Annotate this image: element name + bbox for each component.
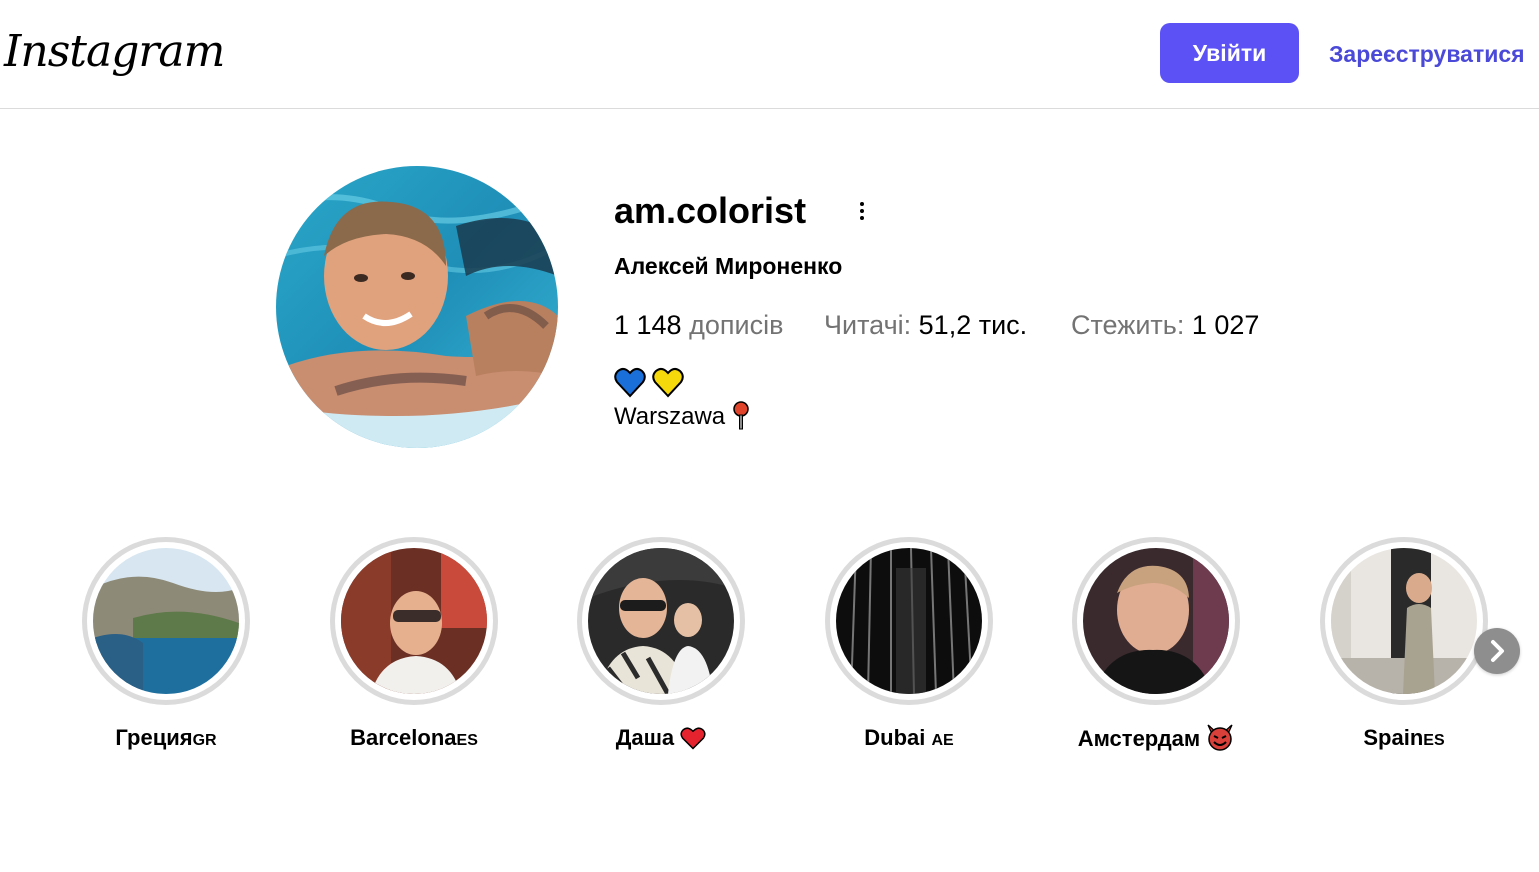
following-count: 1 027 [1191,310,1260,340]
top-navigation-bar: Instagram Увійти Зареєструватися [0,0,1539,109]
instagram-logo[interactable]: Instagram [4,22,225,82]
highlight-caption: SpainES [1363,725,1445,750]
more-options-icon[interactable] [848,195,876,227]
followers-count: 51,2 тис. [918,310,1028,340]
posts-label: дописів [689,310,784,340]
highlight-thumbnail [836,548,982,694]
highlight-thumbnail [93,548,239,694]
smiling-devil-icon [1207,724,1233,751]
highlight-thumbnail [1083,548,1229,694]
highlight-thumbnail [341,548,487,694]
following-label: Стежить: [1071,310,1185,340]
followers-label: Читачі: [824,310,912,340]
highlight-thumbnail [1331,548,1477,694]
highlight-thumbnail [588,548,734,694]
blue-heart-icon [614,367,646,398]
yellow-heart-icon [652,367,684,398]
chevron-right-icon[interactable] [1474,628,1520,674]
profile-avatar[interactable] [276,166,558,448]
followers-stat[interactable]: Читачі: 51,2 тис. [824,308,1027,342]
round-pushpin-icon [733,401,749,430]
login-button[interactable]: Увійти [1160,23,1299,83]
posts-count: 1 148 [614,310,682,340]
highlight-caption: BarcelonaES [350,725,478,750]
bio-hearts [614,366,686,400]
highlight-caption: Амстердам [1032,723,1280,754]
posts-stat: 1 148 дописів [614,308,783,342]
highlight-caption: ГрецияGR [115,725,217,750]
bio-location: Warszawa [614,400,750,434]
red-heart-icon [680,727,706,750]
profile-full-name: Алексей Мироненко [614,253,843,279]
highlight-caption: Dubai AE [864,725,954,750]
signup-link[interactable]: Зареєструватися [1329,38,1525,70]
profile-username: am.colorist [614,190,807,231]
following-stat[interactable]: Стежить: 1 027 [1071,308,1259,342]
bio-location-text: Warszawa [614,403,726,430]
highlight-caption: Даша [537,723,785,753]
